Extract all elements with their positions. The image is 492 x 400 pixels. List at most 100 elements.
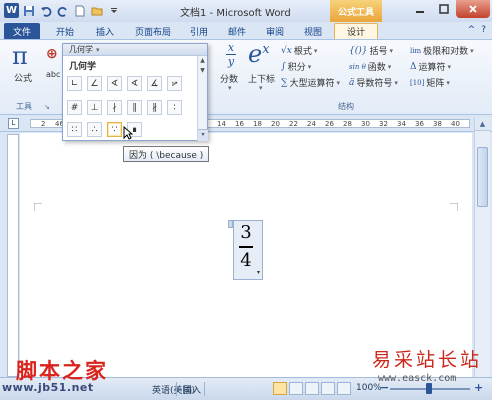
tab-view[interactable]: 视图 xyxy=(298,23,328,39)
ruler-number: 14 xyxy=(217,120,226,128)
equation-pi-icon[interactable]: π xyxy=(12,42,28,70)
tab-design[interactable]: 设计 xyxy=(334,23,378,39)
operator-icon: Δ xyxy=(410,61,417,72)
gallery-category-dropdown[interactable]: 几何学 ▾ xyxy=(63,44,207,56)
equation-tools-context-label: 公式工具 xyxy=(330,0,382,22)
gallery-scroll-down-icon[interactable]: ▼ xyxy=(198,66,207,76)
undo-icon[interactable] xyxy=(39,4,53,18)
symbol-perpendicular[interactable]: ⊥ xyxy=(87,100,102,115)
tab-home[interactable]: 开始 xyxy=(48,23,82,39)
symbol-therefore[interactable]: ∴ xyxy=(87,122,102,137)
tab-file[interactable]: 文件 xyxy=(4,23,40,39)
symbol-proportion[interactable]: ∷ xyxy=(67,122,82,137)
symbol-angle[interactable]: ∠ xyxy=(87,76,102,91)
large-operator-button[interactable]: ∑ 大型运算符 ▾ xyxy=(281,76,340,90)
symbol-right-angle[interactable]: ∟ xyxy=(67,76,82,91)
function-button[interactable]: sin θ 函数 ▾ xyxy=(349,60,391,74)
minimize-ribbon-icon[interactable]: ^ xyxy=(468,25,476,35)
zoom-level[interactable]: 100% xyxy=(356,383,382,393)
zoom-in-icon[interactable]: + xyxy=(474,381,483,394)
bracket-icon: {()} xyxy=(349,45,368,56)
ruler-number: 30 xyxy=(361,120,370,128)
fraction-icon-numerator: x xyxy=(227,41,235,54)
save-icon[interactable] xyxy=(22,4,36,18)
operator-button[interactable]: Δ 运算符 ▾ xyxy=(410,60,451,74)
symbol-because[interactable]: ∵ xyxy=(107,122,122,137)
tab-insert[interactable]: 插入 xyxy=(88,23,122,39)
minimize-button[interactable] xyxy=(408,0,432,18)
tab-mailings[interactable]: 邮件 xyxy=(222,23,252,39)
gallery-row-1: ∟ ∠ ∢ ∢ ∡ ⦬ xyxy=(67,76,182,91)
gallery-section-title: 几何学 xyxy=(69,62,97,72)
new-document-icon[interactable] xyxy=(73,4,87,18)
matrix-button[interactable]: [10] 矩阵 ▾ xyxy=(410,76,450,90)
symbol-ratio[interactable]: ∶ xyxy=(167,100,182,115)
radical-button[interactable]: √x 根式 ▾ xyxy=(281,44,317,58)
watermark-right-url: www.easck.com xyxy=(378,373,457,384)
word-app-icon[interactable]: W xyxy=(4,3,19,18)
web-layout-button[interactable] xyxy=(305,382,319,395)
symbol-measured-angle-2[interactable]: ∡ xyxy=(147,76,162,91)
group-dialog-launcher-icon[interactable]: ↘ xyxy=(44,103,50,111)
fraction-bar xyxy=(239,246,253,248)
scroll-up-button[interactable]: ▲ xyxy=(475,117,490,131)
open-folder-icon[interactable] xyxy=(90,4,104,18)
outline-view-button[interactable] xyxy=(321,382,335,395)
gallery-expand-icon[interactable]: ▾ xyxy=(198,129,208,141)
status-separator xyxy=(204,382,205,396)
tab-selector-icon[interactable]: L xyxy=(8,118,19,129)
vertical-scrollbar[interactable]: ▲ xyxy=(474,117,490,377)
integral-button[interactable]: ∫ 积分 ▾ xyxy=(281,60,311,74)
gallery-scrollbar[interactable]: ▲ ▼ ▾ xyxy=(197,56,208,141)
fraction-icon-denominator: y xyxy=(227,55,235,68)
window-controls xyxy=(408,0,490,18)
gallery-scroll-up-icon[interactable]: ▲ xyxy=(198,56,207,66)
scroll-thumb[interactable] xyxy=(477,147,488,207)
equation-button-label[interactable]: 公式 xyxy=(14,71,32,84)
equation-denominator[interactable]: 4 xyxy=(240,250,251,271)
equation-numerator[interactable]: 3 xyxy=(240,222,251,243)
symbol-parallel[interactable]: ∥ xyxy=(127,100,142,115)
ribbon-right-icons: ^ ? xyxy=(468,25,486,35)
ruler-number: 38 xyxy=(433,120,442,128)
insert-mode-indicator[interactable]: 插入 xyxy=(183,383,201,396)
ruler-number: 26 xyxy=(325,120,334,128)
symbol-hash[interactable]: # xyxy=(67,100,82,115)
fraction-icon[interactable]: x y xyxy=(226,42,236,67)
large-operator-icon: ∑ xyxy=(281,77,288,88)
ruler-number: 20 xyxy=(271,120,280,128)
close-button[interactable] xyxy=(456,0,490,18)
tab-references[interactable]: 引用 xyxy=(184,23,214,39)
watermark-left-url: www.jb51.net xyxy=(2,381,94,394)
function-icon: sin θ xyxy=(349,62,366,71)
redo-icon[interactable] xyxy=(56,4,70,18)
accent-button[interactable]: ä 导数符号 ▾ xyxy=(349,76,398,90)
symbol-parallelogram[interactable]: ⦬ xyxy=(167,76,182,91)
full-screen-reading-button[interactable] xyxy=(289,382,303,395)
equation-options-dropdown-icon[interactable]: ▾ xyxy=(254,269,263,279)
script-icon[interactable]: ex xyxy=(248,40,270,68)
vertical-ruler[interactable] xyxy=(7,134,19,377)
symbol-spherical-angle[interactable]: ∢ xyxy=(127,76,142,91)
help-icon[interactable]: ? xyxy=(481,25,486,35)
tools-group-label: 工具 xyxy=(16,102,32,111)
normal-text-button[interactable]: abc xyxy=(46,70,60,79)
tab-review[interactable]: 审阅 xyxy=(260,23,290,39)
maximize-button[interactable] xyxy=(432,0,456,18)
print-layout-view-button[interactable] xyxy=(273,382,287,395)
symbol-does-not-divide[interactable]: ∤ xyxy=(107,100,122,115)
zoom-slider-knob[interactable] xyxy=(426,383,432,394)
ruler-number: 22 xyxy=(289,120,298,128)
tab-page-layout[interactable]: 页面布局 xyxy=(128,23,178,39)
symbol-not-parallel[interactable]: ∦ xyxy=(147,100,162,115)
fraction-dropdown-icon[interactable]: ▾ xyxy=(228,84,232,92)
script-dropdown-icon[interactable]: ▾ xyxy=(259,84,263,92)
symbol-measured-angle[interactable]: ∢ xyxy=(107,76,122,91)
word-window: W 文档1 - Microsoft Word 公式工具 文件 开始 插入 页面布… xyxy=(0,0,492,400)
professional-format-icon[interactable]: ⊕ xyxy=(46,46,58,62)
limit-log-button[interactable]: lim 极限和对数 ▾ xyxy=(410,44,474,58)
customize-qat-icon[interactable] xyxy=(107,4,121,18)
equation-fraction[interactable]: 3 4 xyxy=(236,223,256,271)
draft-view-button[interactable] xyxy=(337,382,351,395)
bracket-button[interactable]: {()} 括号 ▾ xyxy=(349,44,393,58)
